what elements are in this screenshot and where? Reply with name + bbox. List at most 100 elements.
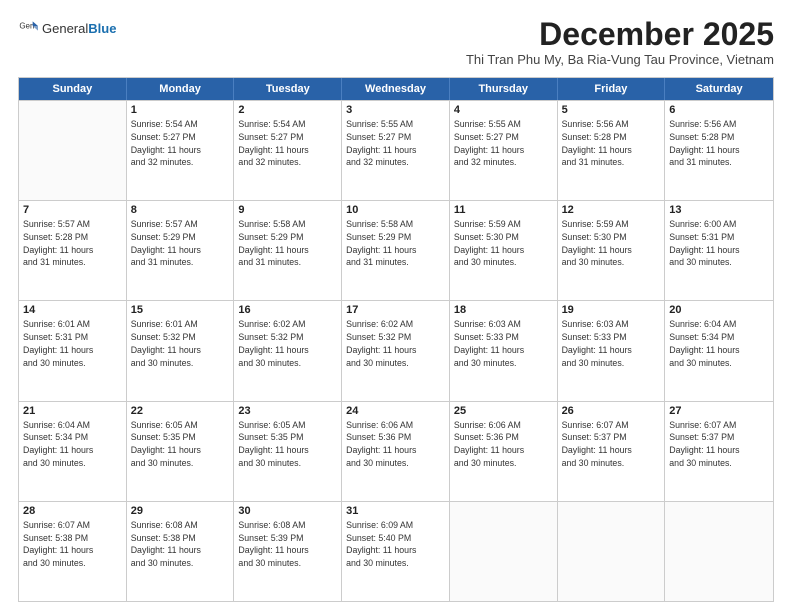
day-number: 30 bbox=[238, 505, 337, 517]
cell-info: Sunrise: 6:04 AM Sunset: 5:34 PM Dayligh… bbox=[23, 419, 122, 470]
day-cell-14: 14 Sunrise: 6:01 AM Sunset: 5:31 PM Dayli… bbox=[19, 301, 127, 400]
cell-info: Sunrise: 6:06 AM Sunset: 5:36 PM Dayligh… bbox=[346, 419, 445, 470]
day-number: 10 bbox=[346, 204, 445, 216]
day-cell-15: 15 Sunrise: 6:01 AM Sunset: 5:32 PM Dayli… bbox=[127, 301, 235, 400]
day-cell-4: 4Sunrise: 5:55 AM Sunset: 5:27 PM Daylig… bbox=[450, 101, 558, 200]
day-cell-12: 12Sunrise: 5:59 AM Sunset: 5:30 PM Dayli… bbox=[558, 201, 666, 300]
header-day-thursday: Thursday bbox=[450, 78, 558, 100]
logo: Gen General Blue bbox=[18, 18, 116, 38]
cell-info: Sunrise: 6:07 AM Sunset: 5:37 PM Dayligh… bbox=[669, 419, 769, 470]
day-cell-7: 7 Sunrise: 5:57 AM Sunset: 5:28 PM Daylig… bbox=[19, 201, 127, 300]
day-cell-25: 25 Sunrise: 6:06 AM Sunset: 5:36 PM Dayli… bbox=[450, 402, 558, 501]
cell-info: Sunrise: 5:56 AM Sunset: 5:28 PM Dayligh… bbox=[562, 118, 661, 169]
header-day-tuesday: Tuesday bbox=[234, 78, 342, 100]
header-day-wednesday: Wednesday bbox=[342, 78, 450, 100]
day-cell-19: 19 Sunrise: 6:03 AM Sunset: 5:33 PM Dayli… bbox=[558, 301, 666, 400]
cell-info: Sunrise: 6:08 AM Sunset: 5:38 PM Dayligh… bbox=[131, 519, 230, 570]
month-title: December 2025 bbox=[466, 18, 774, 50]
logo-general: General bbox=[42, 21, 88, 36]
day-number: 15 bbox=[131, 304, 230, 316]
day-number: 26 bbox=[562, 405, 661, 417]
day-number: 21 bbox=[23, 405, 122, 417]
day-number: 24 bbox=[346, 405, 445, 417]
day-number: 25 bbox=[454, 405, 553, 417]
cell-info: Sunrise: 5:56 AM Sunset: 5:28 PM Dayligh… bbox=[669, 118, 769, 169]
cell-info: Sunrise: 6:07 AM Sunset: 5:38 PM Dayligh… bbox=[23, 519, 122, 570]
cell-info: Sunrise: 5:58 AM Sunset: 5:29 PM Dayligh… bbox=[238, 218, 337, 269]
cell-info: Sunrise: 6:00 AM Sunset: 5:31 PM Dayligh… bbox=[669, 218, 769, 269]
day-number: 11 bbox=[454, 204, 553, 216]
day-cell-8: 8 Sunrise: 5:57 AM Sunset: 5:29 PM Daylig… bbox=[127, 201, 235, 300]
day-cell-21: 21 Sunrise: 6:04 AM Sunset: 5:34 PM Dayli… bbox=[19, 402, 127, 501]
day-cell-5: 5Sunrise: 5:56 AM Sunset: 5:28 PM Daylig… bbox=[558, 101, 666, 200]
day-cell-24: 24 Sunrise: 6:06 AM Sunset: 5:36 PM Dayli… bbox=[342, 402, 450, 501]
day-cell-27: 27 Sunrise: 6:07 AM Sunset: 5:37 PM Dayli… bbox=[665, 402, 773, 501]
header-day-monday: Monday bbox=[127, 78, 235, 100]
day-cell-2: 2 Sunrise: 5:54 AM Sunset: 5:27 PM Daylig… bbox=[234, 101, 342, 200]
empty-cell bbox=[19, 101, 127, 200]
day-cell-13: 13 Sunrise: 6:00 AM Sunset: 5:31 PM Dayli… bbox=[665, 201, 773, 300]
day-number: 2 bbox=[238, 104, 337, 116]
cell-info: Sunrise: 5:57 AM Sunset: 5:29 PM Dayligh… bbox=[131, 218, 230, 269]
subtitle: Thi Tran Phu My, Ba Ria-Vung Tau Provinc… bbox=[466, 52, 774, 67]
week-row-5: 28Sunrise: 6:07 AM Sunset: 5:38 PM Dayli… bbox=[19, 501, 773, 601]
empty-cell bbox=[665, 502, 773, 601]
day-cell-23: 23Sunrise: 6:05 AM Sunset: 5:35 PM Dayli… bbox=[234, 402, 342, 501]
day-cell-10: 10 Sunrise: 5:58 AM Sunset: 5:29 PM Dayli… bbox=[342, 201, 450, 300]
day-cell-6: 6Sunrise: 5:56 AM Sunset: 5:28 PM Daylig… bbox=[665, 101, 773, 200]
day-number: 14 bbox=[23, 304, 122, 316]
cell-info: Sunrise: 6:02 AM Sunset: 5:32 PM Dayligh… bbox=[346, 318, 445, 369]
day-number: 3 bbox=[346, 104, 445, 116]
day-number: 8 bbox=[131, 204, 230, 216]
page: Gen General Blue December 2025 Thi Tran … bbox=[0, 0, 792, 612]
cell-info: Sunrise: 6:06 AM Sunset: 5:36 PM Dayligh… bbox=[454, 419, 553, 470]
cell-info: Sunrise: 5:59 AM Sunset: 5:30 PM Dayligh… bbox=[562, 218, 661, 269]
day-number: 22 bbox=[131, 405, 230, 417]
day-number: 7 bbox=[23, 204, 122, 216]
calendar-body: 1 Sunrise: 5:54 AM Sunset: 5:27 PM Daylig… bbox=[19, 100, 773, 601]
day-number: 1 bbox=[131, 104, 230, 116]
cell-info: Sunrise: 6:01 AM Sunset: 5:32 PM Dayligh… bbox=[131, 318, 230, 369]
week-row-1: 1 Sunrise: 5:54 AM Sunset: 5:27 PM Daylig… bbox=[19, 100, 773, 200]
day-number: 23 bbox=[238, 405, 337, 417]
header-day-friday: Friday bbox=[558, 78, 666, 100]
day-number: 18 bbox=[454, 304, 553, 316]
week-row-3: 14 Sunrise: 6:01 AM Sunset: 5:31 PM Dayli… bbox=[19, 300, 773, 400]
day-number: 27 bbox=[669, 405, 769, 417]
day-number: 13 bbox=[669, 204, 769, 216]
day-cell-17: 17Sunrise: 6:02 AM Sunset: 5:32 PM Dayli… bbox=[342, 301, 450, 400]
svg-text:Gen: Gen bbox=[19, 22, 34, 31]
day-cell-18: 18 Sunrise: 6:03 AM Sunset: 5:33 PM Dayli… bbox=[450, 301, 558, 400]
logo-text: General Blue bbox=[42, 21, 116, 36]
week-row-2: 7 Sunrise: 5:57 AM Sunset: 5:28 PM Daylig… bbox=[19, 200, 773, 300]
empty-cell bbox=[558, 502, 666, 601]
week-row-4: 21 Sunrise: 6:04 AM Sunset: 5:34 PM Dayli… bbox=[19, 401, 773, 501]
empty-cell bbox=[450, 502, 558, 601]
header-day-sunday: Sunday bbox=[19, 78, 127, 100]
cell-info: Sunrise: 6:08 AM Sunset: 5:39 PM Dayligh… bbox=[238, 519, 337, 570]
day-cell-26: 26 Sunrise: 6:07 AM Sunset: 5:37 PM Dayli… bbox=[558, 402, 666, 501]
logo-icon: Gen bbox=[18, 18, 38, 38]
cell-info: Sunrise: 5:57 AM Sunset: 5:28 PM Dayligh… bbox=[23, 218, 122, 269]
cell-info: Sunrise: 6:03 AM Sunset: 5:33 PM Dayligh… bbox=[454, 318, 553, 369]
day-number: 4 bbox=[454, 104, 553, 116]
cell-info: Sunrise: 6:01 AM Sunset: 5:31 PM Dayligh… bbox=[23, 318, 122, 369]
day-number: 31 bbox=[346, 505, 445, 517]
day-number: 9 bbox=[238, 204, 337, 216]
calendar-header: SundayMondayTuesdayWednesdayThursdayFrid… bbox=[19, 78, 773, 100]
title-block: December 2025 Thi Tran Phu My, Ba Ria-Vu… bbox=[466, 18, 774, 67]
day-cell-30: 30 Sunrise: 6:08 AM Sunset: 5:39 PM Dayli… bbox=[234, 502, 342, 601]
cell-info: Sunrise: 6:03 AM Sunset: 5:33 PM Dayligh… bbox=[562, 318, 661, 369]
cell-info: Sunrise: 6:07 AM Sunset: 5:37 PM Dayligh… bbox=[562, 419, 661, 470]
cell-info: Sunrise: 5:58 AM Sunset: 5:29 PM Dayligh… bbox=[346, 218, 445, 269]
cell-info: Sunrise: 5:54 AM Sunset: 5:27 PM Dayligh… bbox=[238, 118, 337, 169]
day-number: 19 bbox=[562, 304, 661, 316]
day-number: 16 bbox=[238, 304, 337, 316]
cell-info: Sunrise: 6:05 AM Sunset: 5:35 PM Dayligh… bbox=[131, 419, 230, 470]
cell-info: Sunrise: 5:55 AM Sunset: 5:27 PM Dayligh… bbox=[346, 118, 445, 169]
header: Gen General Blue December 2025 Thi Tran … bbox=[18, 18, 774, 67]
day-cell-20: 20Sunrise: 6:04 AM Sunset: 5:34 PM Dayli… bbox=[665, 301, 773, 400]
cell-info: Sunrise: 5:59 AM Sunset: 5:30 PM Dayligh… bbox=[454, 218, 553, 269]
logo-blue: Blue bbox=[88, 21, 116, 36]
day-cell-1: 1Sunrise: 5:54 AM Sunset: 5:27 PM Daylig… bbox=[127, 101, 235, 200]
